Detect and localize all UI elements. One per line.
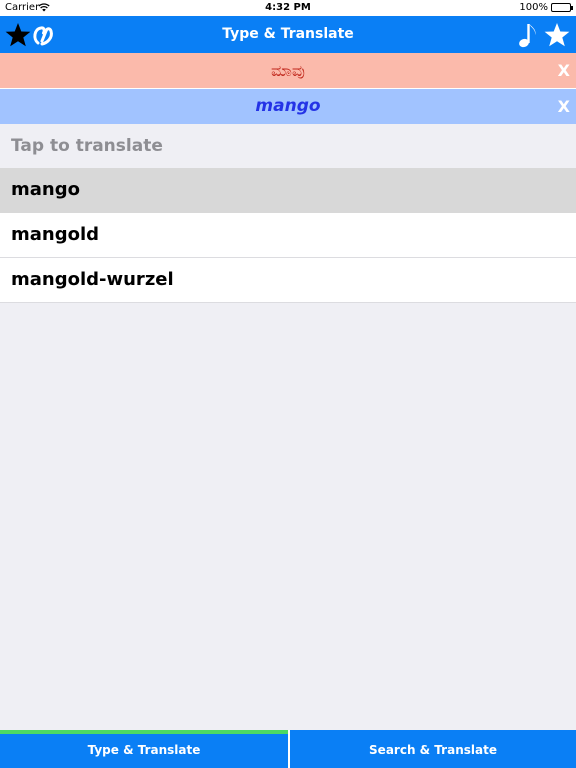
list-item-mangold[interactable]: mangold: [0, 213, 576, 258]
app-screen: Carrier 4:32 PM 100% Type & Translate ಮಾ…: [0, 0, 576, 768]
clear-source-button[interactable]: X: [558, 61, 570, 80]
battery-icon: [551, 3, 573, 12]
clock: 4:32 PM: [265, 2, 311, 13]
tab-search-translate[interactable]: Search & Translate: [288, 730, 576, 768]
source-text: ಮಾವು: [271, 61, 305, 80]
music-note-icon[interactable]: [514, 21, 542, 49]
add-favorite-star-icon[interactable]: [543, 21, 571, 49]
tab-type-translate[interactable]: Type & Translate: [0, 730, 288, 768]
source-text-bar[interactable]: ಮಾವು X: [0, 53, 576, 89]
battery-percentage: 100%: [519, 2, 548, 13]
translation-text: mango: [255, 96, 321, 116]
status-bar: Carrier 4:32 PM 100%: [0, 0, 576, 16]
tap-to-translate-header: Tap to translate: [0, 124, 576, 168]
translation-text-bar[interactable]: mango X: [0, 89, 576, 124]
clear-translation-button[interactable]: X: [558, 97, 570, 116]
list-item-mango[interactable]: mango: [0, 168, 576, 213]
nav-bar: Type & Translate: [0, 16, 576, 53]
page-title: Type & Translate: [222, 26, 354, 42]
tab-bar: Type & Translate Search & Translate: [0, 730, 576, 768]
list-item-mangold-wurzel[interactable]: mangold-wurzel: [0, 258, 576, 303]
suggestion-list: mango mangold mangold-wurzel: [0, 168, 576, 303]
